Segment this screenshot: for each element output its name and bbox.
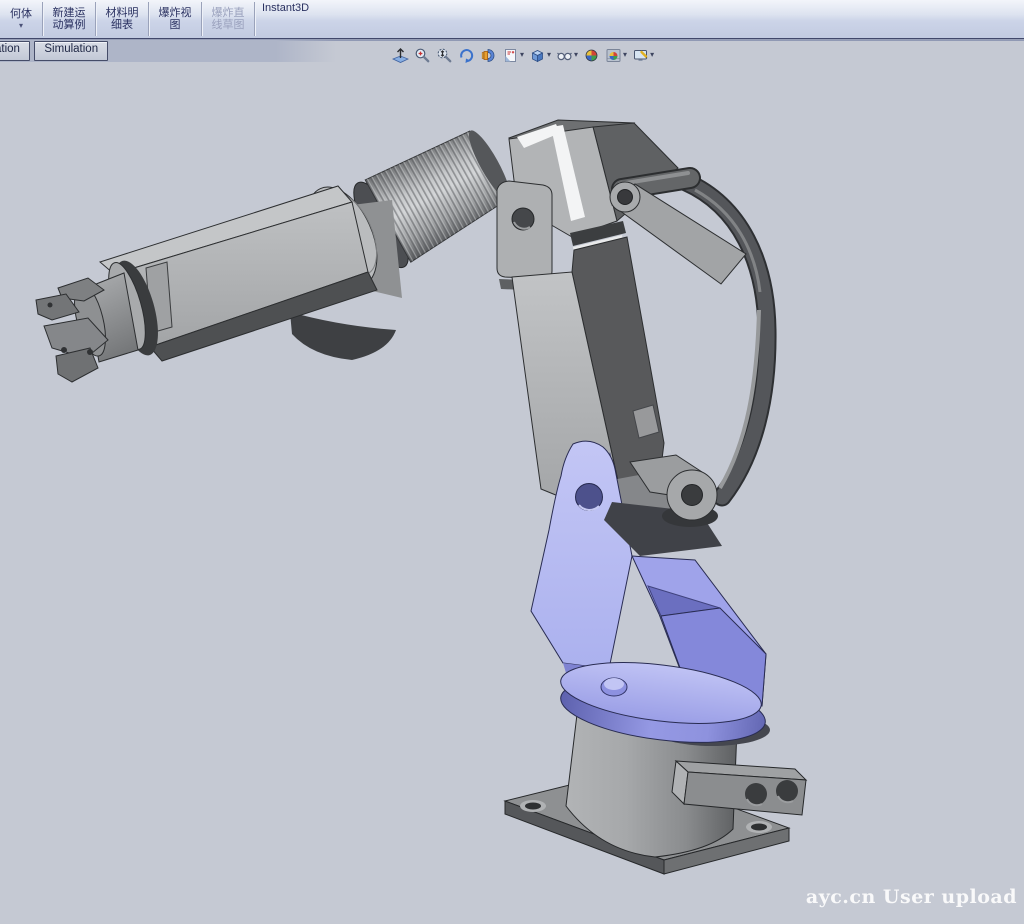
button-label: 爆炸直	[212, 7, 245, 20]
reference-geometry-label: 何体	[10, 8, 32, 21]
chevron-down-icon: ▾	[19, 22, 23, 30]
view-settings-button[interactable]: ▾	[631, 46, 655, 65]
chevron-down-icon: ▾	[623, 51, 627, 59]
button-label: 动算例	[53, 19, 86, 32]
button-label: 线草图	[212, 19, 245, 32]
command-manager-toolbar: 何体 ▾ 新建运 动算例 材料明 细表 爆炸视 图 爆炸直 线草图 Instan…	[0, 0, 1024, 39]
chevron-down-icon: ▾	[650, 51, 654, 59]
apply-scene-button[interactable]: ▾	[604, 46, 628, 65]
section-view-button[interactable]	[479, 46, 498, 65]
view-orientation-icon	[502, 47, 519, 64]
tab-simulation[interactable]: Simulation	[34, 41, 108, 61]
bill-of-materials-button[interactable]: 材料明 细表	[96, 0, 148, 38]
display-style-icon	[529, 47, 546, 64]
display-style-button[interactable]: ▾	[528, 46, 552, 65]
hide-show-items-icon	[556, 47, 573, 64]
new-motion-study-button[interactable]: 新建运 动算例	[43, 0, 95, 38]
apply-scene-icon	[605, 47, 622, 64]
button-label: 爆炸视	[159, 7, 192, 20]
section-view-icon	[480, 47, 497, 64]
button-label: 材料明	[106, 7, 139, 20]
button-label: 细表	[111, 19, 133, 32]
explode-line-sketch-button[interactable]: 爆炸直 线草图	[202, 0, 254, 38]
hide-show-items-button[interactable]: ▾	[555, 46, 579, 65]
zoom-in-out-button[interactable]	[435, 46, 454, 65]
rotate-view-button[interactable]	[457, 46, 476, 65]
edit-appearance-icon	[583, 47, 600, 64]
zoom-to-fit-icon	[392, 47, 409, 64]
command-manager-tab-bar: ation Simulation	[0, 40, 336, 62]
exploded-view-button[interactable]: 爆炸视 图	[149, 0, 201, 38]
view-settings-icon	[632, 47, 649, 64]
button-label: 图	[170, 19, 181, 32]
zoom-in-out-icon	[436, 47, 453, 64]
heads-up-view-toolbar: ▾ ▾ ▾	[391, 44, 655, 66]
chevron-down-icon: ▾	[547, 51, 551, 59]
button-label: Instant3D	[262, 2, 309, 15]
rotate-view-icon	[458, 47, 475, 64]
zoom-to-area-icon	[414, 47, 431, 64]
watermark: ayc.cn User upload	[806, 886, 1017, 908]
reference-geometry-button[interactable]: 何体 ▾	[0, 0, 42, 38]
tab-partial-ation[interactable]: ation	[0, 41, 30, 61]
button-label: 新建运	[53, 7, 86, 20]
chevron-down-icon: ▾	[574, 51, 578, 59]
solidworks-window: { "toolbar": { "buttons": [ {"name": "re…	[0, 0, 1024, 924]
zoom-to-area-button[interactable]	[413, 46, 432, 65]
view-orientation-button[interactable]: ▾	[501, 46, 525, 65]
zoom-to-fit-button[interactable]	[391, 46, 410, 65]
edit-appearance-button[interactable]	[582, 46, 601, 65]
instant3d-button[interactable]: Instant3D	[255, 0, 328, 38]
chevron-down-icon: ▾	[520, 51, 524, 59]
viewport-3d[interactable]	[0, 0, 1024, 924]
